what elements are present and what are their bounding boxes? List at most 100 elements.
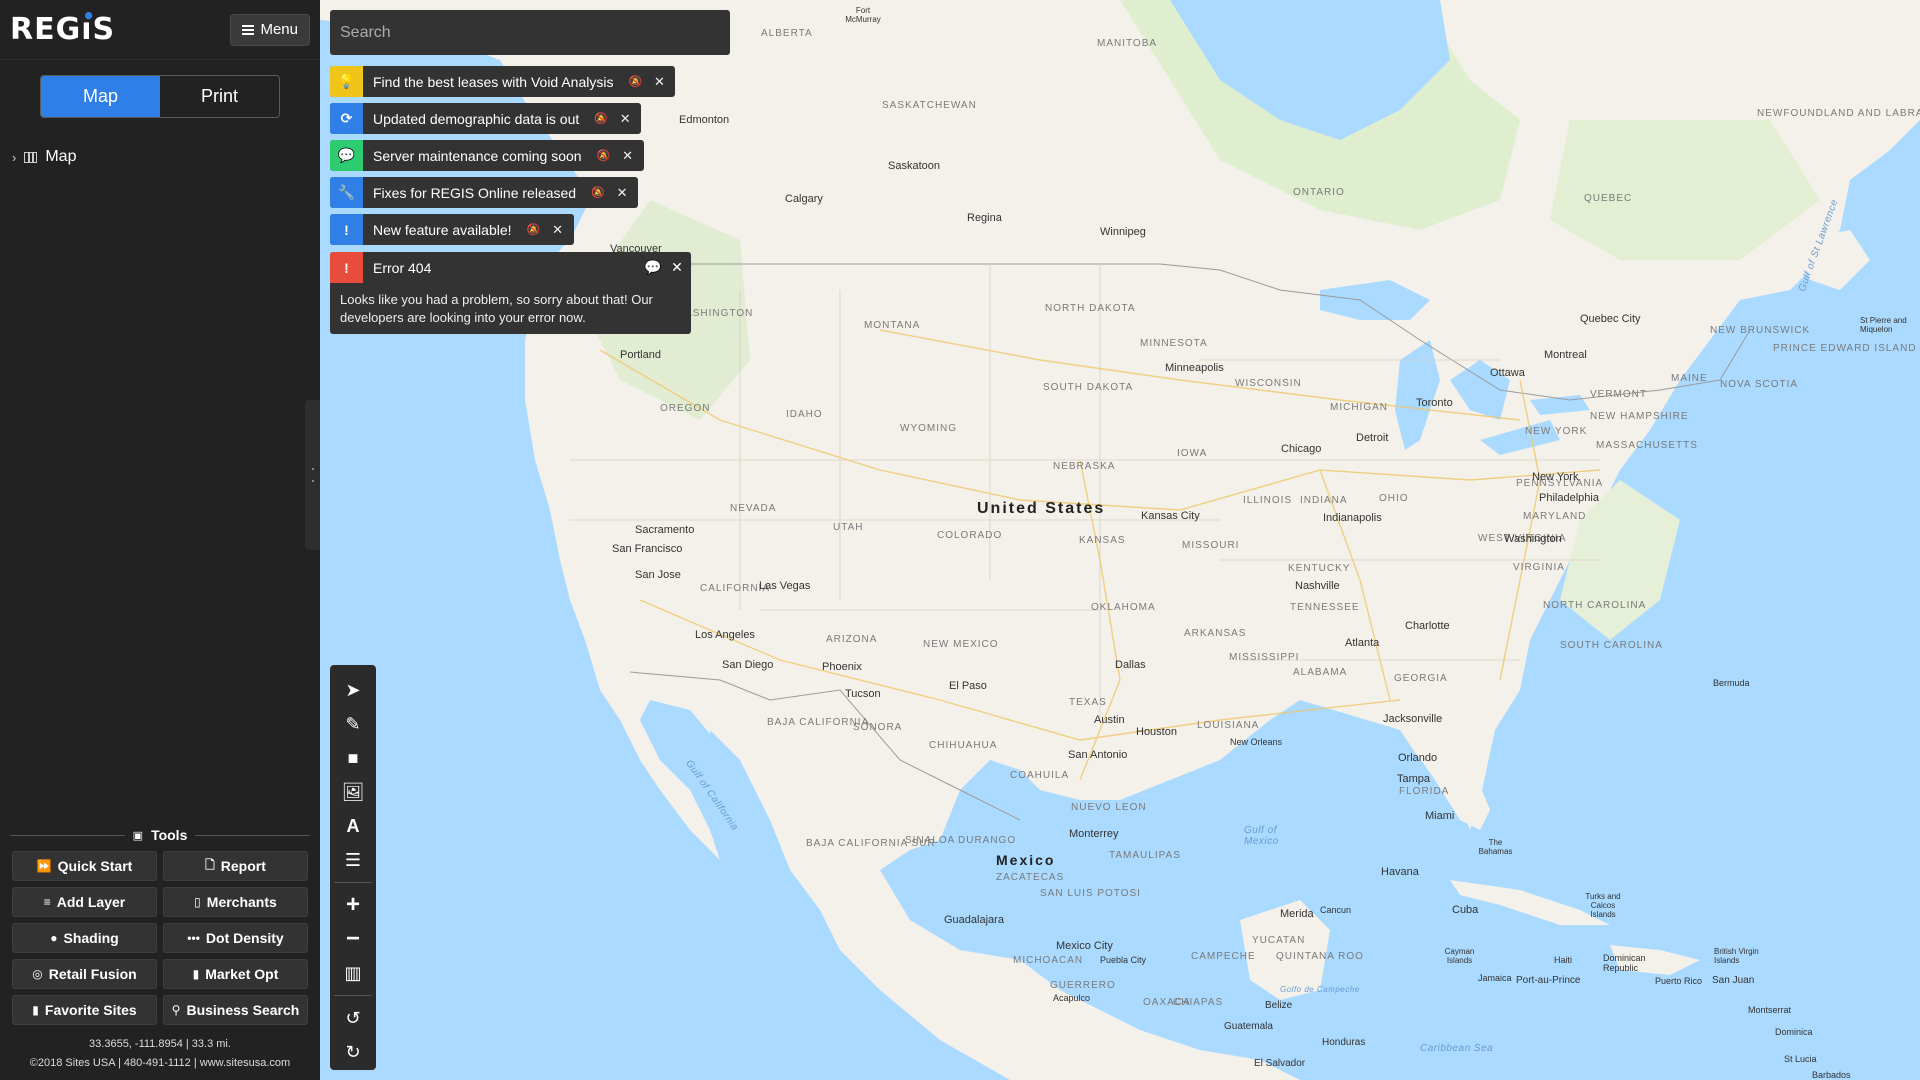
- tab-print[interactable]: Print: [160, 76, 279, 117]
- map-label-sea: Gulf of Mexico: [1244, 825, 1279, 847]
- notification-item[interactable]: 💡 Find the best leases with Void Analysis…: [330, 66, 676, 97]
- toolbar-divider: [334, 995, 372, 996]
- map-label-city: Acapulco: [1053, 993, 1091, 1003]
- tool-button-retail-fusion[interactable]: ◎ Retail Fusion: [12, 959, 157, 989]
- map-label-city: Tucson: [845, 688, 881, 700]
- map-label-city: Portland: [620, 349, 661, 361]
- redo-icon[interactable]: ↻: [330, 1035, 376, 1069]
- map-label-city: Dominica: [1775, 1027, 1813, 1037]
- close-icon[interactable]: ✕: [647, 74, 671, 90]
- mute-bell-icon[interactable]: 🔕: [522, 223, 546, 236]
- zoom-in-icon[interactable]: +: [330, 888, 376, 922]
- map-label-city: Guatemala: [1224, 1021, 1273, 1032]
- close-icon[interactable]: ✕: [665, 259, 689, 276]
- tool-button-add-layer[interactable]: ≡ Add Layer: [12, 887, 157, 917]
- map-label-city: Indianapolis: [1323, 512, 1382, 524]
- tab-map[interactable]: Map: [41, 76, 160, 117]
- map-label-city: Montreal: [1544, 349, 1587, 361]
- tool-button-quick-start[interactable]: ⏩ Quick Start: [12, 851, 157, 881]
- comment-icon[interactable]: 💬: [641, 259, 665, 276]
- tool-button-dot-density[interactable]: ••• Dot Density: [163, 923, 308, 953]
- mute-bell-icon[interactable]: 🔕: [586, 186, 610, 199]
- layer-tree-item-map[interactable]: › Map: [12, 148, 76, 166]
- rectangle-tool-icon[interactable]: ■: [330, 741, 376, 775]
- map-label-state: NOVA SCOTIA: [1720, 379, 1799, 390]
- divider: [10, 834, 125, 836]
- map-label-city: Minneapolis: [1165, 362, 1224, 374]
- map-label-state: ZACATECAS: [996, 872, 1065, 883]
- mute-bell-icon[interactable]: 🔕: [592, 149, 616, 162]
- tool-button-business-search[interactable]: ⚲ Business Search: [163, 995, 308, 1025]
- map-label-city: Jacksonville: [1383, 713, 1443, 725]
- close-icon[interactable]: ✕: [613, 111, 637, 127]
- wrench-icon: 🔧: [330, 177, 363, 208]
- map-label-city: Cuba: [1452, 904, 1479, 916]
- map-label-city: Ottawa: [1490, 367, 1525, 379]
- app-logo[interactable]: REGı • S: [10, 4, 115, 47]
- close-icon[interactable]: ✕: [616, 148, 640, 164]
- bookmark-icon: ▮: [32, 1003, 39, 1017]
- map-label-city: Mexico City: [1056, 940, 1113, 952]
- map-label-state: VERMONT: [1590, 389, 1647, 400]
- settings-sliders-icon[interactable]: ☰: [330, 843, 376, 877]
- sidebar-resize-handle[interactable]: [305, 400, 320, 550]
- notification-text: Fixes for REGIS Online released: [373, 184, 577, 201]
- map-label-city: Haiti: [1554, 955, 1573, 965]
- map-label-state: COAHUILA: [1010, 770, 1070, 781]
- tool-button-report[interactable]: 🗋 Report: [163, 851, 308, 881]
- image-tool-icon[interactable]: 🖼: [330, 775, 376, 809]
- mute-bell-icon[interactable]: 🔕: [623, 75, 647, 88]
- menu-button[interactable]: Menu: [230, 13, 310, 46]
- notification-item[interactable]: ! New feature available! 🔕 ✕: [330, 214, 574, 245]
- map-label-state: ALBERTA: [761, 28, 813, 39]
- map-label-city: San Juan: [1712, 975, 1755, 986]
- notification-item[interactable]: ⟳ Updated demographic data is out 🔕 ✕: [330, 103, 642, 134]
- target-icon: ◎: [32, 967, 43, 981]
- map-label-city: Edmonton: [679, 114, 730, 126]
- map-label-city: Cancun: [1320, 905, 1352, 915]
- basemap-icon[interactable]: ▥: [330, 956, 376, 990]
- notification-text: Updated demographic data is out: [373, 110, 580, 127]
- map-label-state: NORTH DAKOTA: [1045, 303, 1136, 314]
- tool-button-favorite-sites[interactable]: ▮ Favorite Sites: [12, 995, 157, 1025]
- map-label-city: Calgary: [785, 193, 823, 205]
- tool-button-shading[interactable]: ● Shading: [12, 923, 157, 953]
- map-label-state: MISSOURI: [1182, 540, 1240, 551]
- mute-bell-icon[interactable]: 🔕: [589, 112, 613, 125]
- map-label-city: Washington: [1504, 533, 1562, 545]
- map-label-state: UTAH: [833, 522, 864, 533]
- map-label-city: Cayman Islands: [1444, 947, 1475, 965]
- map-label-state: TEXAS: [1069, 697, 1107, 708]
- text-tool-icon[interactable]: A: [330, 809, 376, 843]
- map-label-state: ONTARIO: [1293, 187, 1345, 198]
- map-label-city: Guadalajara: [944, 914, 1004, 926]
- map-label-city: Sacramento: [635, 524, 695, 536]
- map-label-city: Houston: [1136, 726, 1177, 738]
- exclamation-icon: !: [330, 252, 363, 283]
- map-label-state: GEORGIA: [1394, 673, 1448, 684]
- map-label-city: Las Vegas: [759, 580, 811, 592]
- map-label-city: New York: [1532, 471, 1579, 483]
- tool-button-market-opt[interactable]: ▮ Market Opt: [163, 959, 308, 989]
- undo-icon[interactable]: ↺: [330, 1001, 376, 1035]
- tools-grid: ⏩ Quick Start 🗋 Report ≡ Add Layer ▯ Merchants ●…: [12, 851, 308, 1025]
- tool-button-label: Favorite Sites: [44, 1002, 137, 1018]
- zoom-out-icon[interactable]: −: [330, 922, 376, 956]
- close-icon[interactable]: ✕: [546, 222, 570, 238]
- map-label-state: MANITOBA: [1097, 38, 1158, 49]
- select-tool-icon[interactable]: ➤: [330, 673, 376, 707]
- map-label-city: Philadelphia: [1539, 492, 1599, 504]
- map-label-sea: Caribbean Sea: [1420, 1043, 1494, 1054]
- draw-tool-icon[interactable]: ✎: [330, 707, 376, 741]
- map-label-state: MASSACHUSETTS: [1596, 440, 1698, 451]
- map-label-state: QUEBEC: [1584, 193, 1633, 204]
- map-label-state: MICHIGAN: [1330, 402, 1388, 413]
- search-input[interactable]: [330, 10, 730, 55]
- map-label-state: CHIAPAS: [1173, 997, 1224, 1008]
- notification-item[interactable]: 💬 Server maintenance coming soon 🔕 ✕: [330, 140, 644, 171]
- menu-button-label: Menu: [260, 21, 298, 38]
- notification-item[interactable]: 🔧 Fixes for REGIS Online released 🔕 ✕: [330, 177, 639, 208]
- tool-button-merchants[interactable]: ▯ Merchants: [163, 887, 308, 917]
- close-icon[interactable]: ✕: [610, 185, 634, 201]
- chevron-right-icon[interactable]: ›: [12, 150, 16, 165]
